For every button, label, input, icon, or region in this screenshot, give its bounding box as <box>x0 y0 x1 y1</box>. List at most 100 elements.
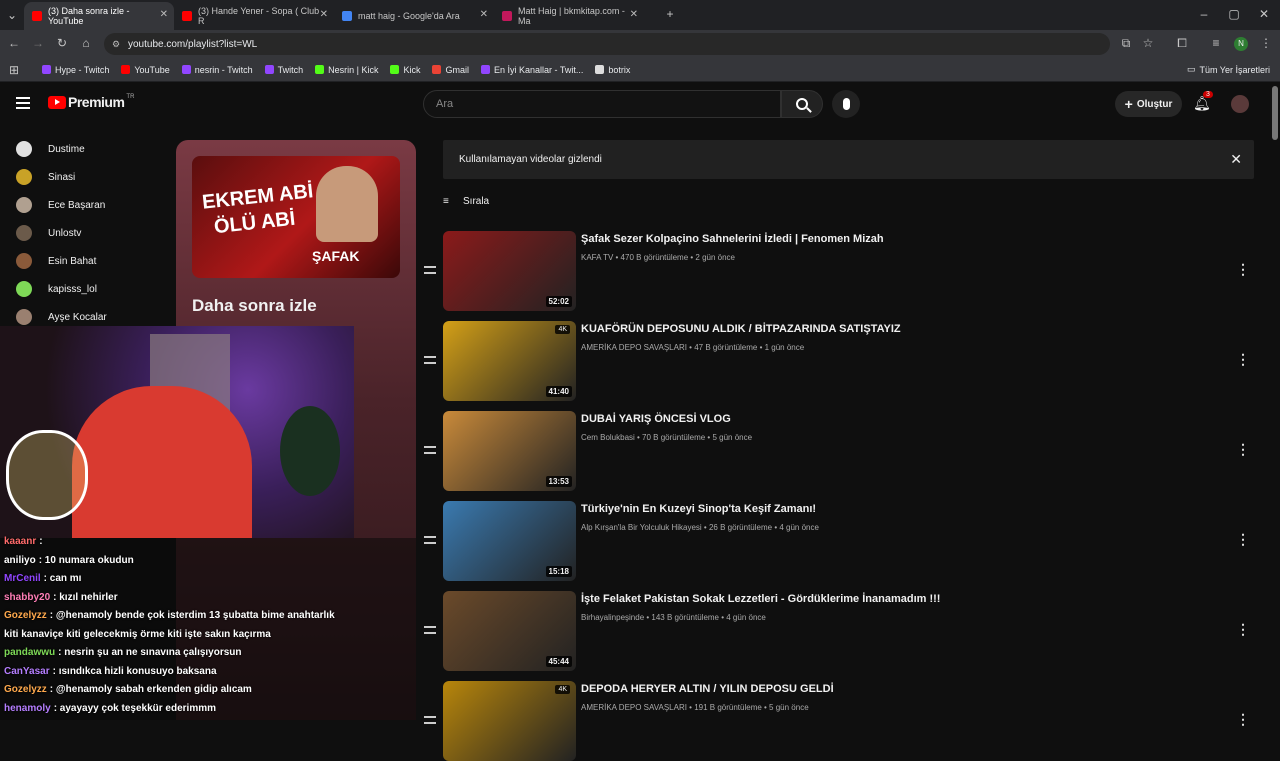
playlist-video-row[interactable]: 4K DEPODA HERYER ALTIN / YILIN DEPOSU GEL… <box>424 681 1264 761</box>
video-thumbnail[interactable]: 52:02 <box>443 231 576 311</box>
video-thumbnail[interactable]: 4K 41:40 <box>443 321 576 401</box>
bookmark-item[interactable]: Twitch <box>264 65 303 75</box>
tab-close-icon[interactable]: ✕ <box>480 9 488 20</box>
channel-name: Ayşe Kocalar <box>48 311 107 323</box>
browser-tab[interactable]: Matt Haig | bkmkitap.com - Ma ✕ <box>494 2 644 30</box>
reading-list-icon[interactable]: ≡ <box>1208 36 1224 50</box>
more-options-icon[interactable]: ⋮ <box>1236 261 1250 278</box>
video-title[interactable]: KUAFÖRÜN DEPOSUNU ALDIK / BİTPAZARINDA S… <box>581 323 901 335</box>
drag-handle-icon[interactable] <box>424 266 436 274</box>
video-title[interactable]: DEPODA HERYER ALTIN / YILIN DEPOSU GELDİ <box>581 683 834 695</box>
sidebar-channel-item[interactable]: Unlostv <box>16 223 81 243</box>
sidebar-channel-item[interactable]: kapisss_lol <box>16 279 97 299</box>
apps-icon[interactable]: ⊞ <box>6 63 22 77</box>
bookmark-favicon <box>390 65 400 74</box>
minimize-icon[interactable]: – <box>1196 7 1212 21</box>
drag-handle-icon[interactable] <box>424 356 436 364</box>
video-title[interactable]: Şafak Sezer Kolpaçino Sahnelerini İzledi… <box>581 233 884 245</box>
home-icon[interactable]: ⌂ <box>78 36 94 50</box>
more-options-icon[interactable]: ⋮ <box>1236 531 1250 548</box>
notifications-button[interactable]: 🔔︎ 3 <box>1193 91 1213 113</box>
bookmark-item[interactable]: En İyi Kanallar - Twit... <box>481 65 583 75</box>
video-thumbnail[interactable]: 13:53 <box>443 411 576 491</box>
playlist-video-row[interactable]: 13:53 DUBAİ YARIŞ ÖNCESİ VLOG Cem Bolukbas… <box>424 411 1264 491</box>
bookmark-item[interactable]: nesrin - Twitch <box>181 65 253 75</box>
video-thumbnail[interactable]: 4K <box>443 681 576 761</box>
bookmark-item[interactable]: Hype - Twitch <box>42 65 109 75</box>
bookmark-star-icon[interactable]: ☆ <box>1140 36 1156 50</box>
playlist-video-row[interactable]: 52:02 Şafak Sezer Kolpaçino Sahnelerini İ… <box>424 231 1264 311</box>
video-title[interactable]: Türkiye'nin En Kuzeyi Sinop'ta Keşif Zam… <box>581 503 816 515</box>
sidebar-channel-item[interactable]: Ece Başaran <box>16 195 105 215</box>
drag-handle-icon[interactable] <box>424 716 436 724</box>
sidebar-channel-item[interactable]: Sinasi <box>16 167 75 187</box>
reload-icon[interactable]: ↻ <box>54 36 70 50</box>
more-options-icon[interactable]: ⋮ <box>1236 441 1250 458</box>
tab-search-icon[interactable]: ⌄ <box>4 8 20 22</box>
sort-button[interactable]: ≡ Sırala <box>443 196 489 207</box>
sidebar-channel-item[interactable]: Esin Bahat <box>16 251 96 271</box>
chat-text: : @henamoly bende çok isterdim 13 şubatt… <box>49 610 335 621</box>
playlist-video-row[interactable]: 45:44 İşte Felaket Pakistan Sokak Lezzetl… <box>424 591 1264 671</box>
profile-avatar[interactable]: N <box>1234 37 1248 51</box>
youtube-logo[interactable]: Premium TR <box>48 94 134 110</box>
tab-close-icon[interactable]: ✕ <box>630 9 638 20</box>
create-button[interactable]: + Oluştur <box>1115 91 1182 117</box>
search-button[interactable] <box>781 90 823 118</box>
stream-chat-overlay: kaaanr: aniliyo: 10 numara okudun MrCenil:… <box>0 536 416 720</box>
page-scrollbar[interactable] <box>1272 86 1278 140</box>
chat-username: CanYasar <box>4 665 50 677</box>
drag-handle-icon[interactable] <box>424 536 436 544</box>
extensions-icon[interactable]: ⧠ <box>1174 36 1190 51</box>
voice-search-button[interactable] <box>832 90 860 118</box>
sidebar-channel-item[interactable]: Dustime <box>16 139 85 159</box>
chat-username: shabby20 <box>4 591 51 603</box>
plus-icon: + <box>1124 96 1133 112</box>
video-thumbnail[interactable]: 15:18 <box>443 501 576 581</box>
video-duration: 15:18 <box>545 566 572 577</box>
bookmark-label: En İyi Kanallar - Twit... <box>494 64 584 75</box>
bookmark-favicon <box>181 65 191 74</box>
site-info-icon[interactable]: ⚙ <box>112 39 120 50</box>
drag-handle-icon[interactable] <box>424 626 436 634</box>
bookmark-item[interactable]: YouTube <box>121 65 170 75</box>
forward-icon[interactable]: → <box>30 36 46 50</box>
thumb-caption-1: EKREM ABİ <box>201 180 315 214</box>
bookmark-item[interactable]: Gmail <box>432 65 469 75</box>
video-duration: 41:40 <box>545 386 572 397</box>
playlist-thumbnail[interactable]: EKREM ABİ ÖLÜ ABİ ŞAFAK <box>192 156 400 278</box>
quality-badge: 4K <box>555 685 570 694</box>
tab-close-icon[interactable]: ✕ <box>160 9 168 20</box>
bookmark-item[interactable]: Nesrin | Kick <box>315 65 378 75</box>
video-title[interactable]: DUBAİ YARIŞ ÖNCESİ VLOG <box>581 413 731 425</box>
more-options-icon[interactable]: ⋮ <box>1236 621 1250 638</box>
menu-icon[interactable] <box>16 97 30 109</box>
bookmark-item[interactable]: Kick <box>390 65 420 75</box>
bookmark-favicon <box>42 65 51 74</box>
drag-handle-icon[interactable] <box>424 446 436 454</box>
playlist-video-row[interactable]: 15:18 Türkiye'nin En Kuzeyi Sinop'ta Keşi… <box>424 501 1264 581</box>
close-banner-icon[interactable]: ✕ <box>1230 151 1242 168</box>
browser-tab[interactable]: (3) Daha sonra izle - YouTube ✕ <box>24 2 174 30</box>
bookmark-label: Hype - Twitch <box>55 64 110 75</box>
sidebar-channel-item[interactable]: Ayşe Kocalar <box>16 307 107 327</box>
more-options-icon[interactable]: ⋮ <box>1236 351 1250 368</box>
new-tab-icon[interactable]: + <box>662 7 678 21</box>
video-thumbnail[interactable]: 45:44 <box>443 591 576 671</box>
url-field[interactable]: ⚙ youtube.com/playlist?list=WL <box>104 33 1110 55</box>
tab-favicon <box>502 11 512 21</box>
all-bookmarks[interactable]: ▭ Tüm Yer İşaretleri <box>1187 64 1270 75</box>
window-close-icon[interactable]: ✕ <box>1256 7 1272 21</box>
tab-close-icon[interactable]: ✕ <box>320 9 328 20</box>
browser-tab[interactable]: (3) Hande Yener - Sopa ( Club R ✕ <box>174 2 334 30</box>
bookmark-item[interactable]: botrix <box>595 65 630 75</box>
account-avatar[interactable] <box>1231 95 1249 113</box>
cast-icon[interactable]: ⧉ <box>1118 36 1134 51</box>
video-title[interactable]: İşte Felaket Pakistan Sokak Lezzetleri -… <box>581 593 940 605</box>
chrome-menu-icon[interactable]: ⋮ <box>1258 36 1274 50</box>
back-icon[interactable]: ← <box>6 36 22 50</box>
playlist-video-row[interactable]: 4K 41:40 KUAFÖRÜN DEPOSUNU ALDIK / BİTPAZA… <box>424 321 1264 401</box>
maximize-icon[interactable]: ▢ <box>1226 7 1242 21</box>
search-input[interactable]: Ara <box>423 90 781 118</box>
browser-tab[interactable]: matt haig - Google'da Ara ✕ <box>334 2 494 30</box>
